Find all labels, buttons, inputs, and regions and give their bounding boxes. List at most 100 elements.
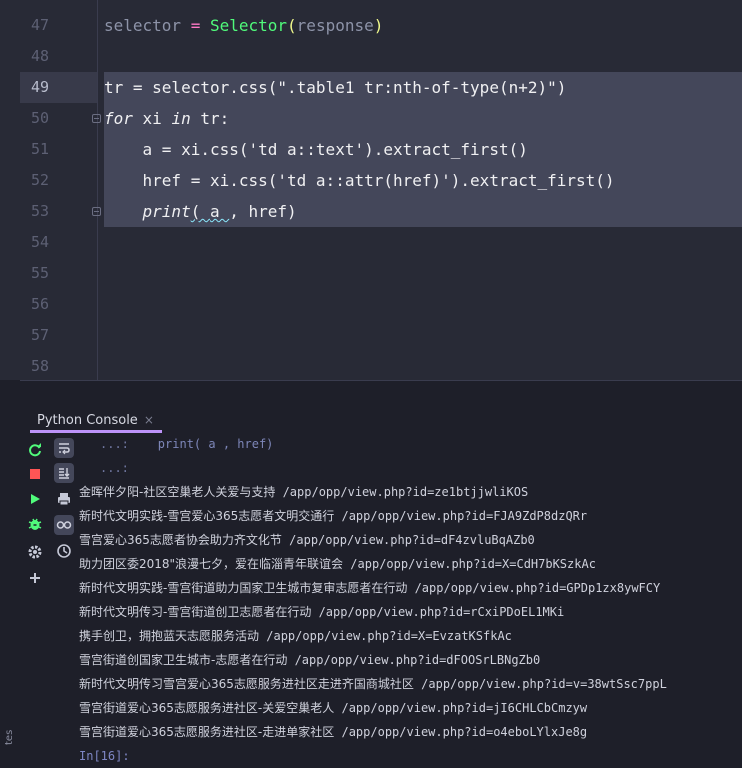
line-number: 52	[30, 171, 50, 189]
console-output-line: 新时代文明实践-雪宫爱心365志愿者文明交通行 /app/opp/view.ph…	[79, 504, 742, 528]
code-token: a	[209, 202, 230, 221]
code-line-50[interactable]: 50 for xi in tr:	[0, 103, 742, 134]
tab-label: Python Console	[37, 413, 138, 428]
code-token: selector	[104, 16, 182, 35]
line-number: 56	[30, 295, 50, 313]
output-url: /app/opp/view.php?id=o4eboLYlxJe8g	[341, 725, 588, 739]
continuation-prompt: ...:	[100, 437, 129, 451]
output-title: 携手创卫，拥抱蓝天志愿服务活动	[79, 629, 260, 643]
code-line-54[interactable]: 54	[0, 227, 742, 258]
print-icon[interactable]	[54, 489, 74, 509]
line-number: 48	[30, 47, 50, 65]
code-token: , href)	[229, 202, 297, 221]
add-console-icon[interactable]	[25, 568, 45, 588]
show-variables-icon[interactable]	[54, 515, 74, 535]
code-editor[interactable]: 47 selector = Selector(response) 48 49 t…	[0, 0, 742, 380]
console-output-line: 金晖伴夕阳-社区空巢老人关爱与支持 /app/opp/view.php?id=z…	[79, 480, 742, 504]
line-number: 47	[30, 16, 50, 34]
output-url: /app/opp/view.php?id=jI6CHLCbCmzyw	[341, 701, 588, 715]
code-line-52[interactable]: 52 href = xi.css('td a::attr(href)').ext…	[0, 165, 742, 196]
line-number: 51	[30, 140, 50, 158]
console-continuation-line: ...:	[79, 456, 742, 480]
code-line-53[interactable]: 53 print( a , href)	[0, 196, 742, 227]
code-token: (	[190, 202, 210, 221]
output-url: /app/opp/view.php?id=X=EvzatKSfkAc	[266, 629, 512, 643]
output-title: 雪宫街道爱心365志愿服务进社区-走进单家社区	[79, 725, 335, 739]
continuation-prompt: ...:	[100, 461, 129, 475]
console-continuation-line: ...: print( a , href)	[79, 432, 742, 456]
line-number: 58	[30, 357, 50, 375]
python-console-panel[interactable]: Python Console × ...: print( a , href) ..…	[0, 381, 742, 765]
output-title: 新时代文明实践-雪宫爱心365志愿者文明交通行	[79, 509, 335, 523]
code-text: tr = selector.css(".table1 tr:nth-of-typ…	[104, 78, 567, 97]
console-output-line: 雪宫街道爱心365志愿服务进社区-关爱空巢老人 /app/opp/view.ph…	[79, 696, 742, 720]
console-output-line: 雪宫街道爱心365志愿服务进社区-走进单家社区 /app/opp/view.ph…	[79, 720, 742, 744]
close-icon[interactable]: ×	[144, 413, 154, 427]
code-line-47[interactable]: 47 selector = Selector(response)	[0, 10, 742, 41]
settings-gear-icon[interactable]	[25, 542, 45, 562]
code-token: tr:	[190, 109, 230, 128]
console-output-line: 雪宫街道创国家卫生城市-志愿者在行动 /app/opp/view.php?id=…	[79, 648, 742, 672]
console-output[interactable]: ...: print( a , href) ...: 金晖伴夕阳-社区空巢老人关…	[79, 432, 742, 768]
code-line-56[interactable]: 56	[0, 289, 742, 320]
line-number: 53	[30, 202, 50, 220]
output-url: /app/opp/view.php?id=rCxiPDoEL1MKi	[318, 605, 565, 619]
console-output-line: 携手创卫，拥抱蓝天志愿服务活动 /app/opp/view.php?id=X=E…	[79, 624, 742, 648]
line-number: 50	[30, 109, 50, 127]
output-url: /app/opp/view.php?id=dFOOSrLBNgZb0	[294, 653, 541, 667]
input-prompt: In[16]:	[79, 749, 130, 763]
code-line-48[interactable]: 48	[0, 41, 742, 72]
output-title: 新时代文明实践-雪宫街道助力国家卫生城市复审志愿者在行动	[79, 581, 408, 595]
console-input-line[interactable]: In[16]:	[79, 744, 742, 768]
code-text: print( a , href)	[104, 196, 297, 227]
tab-python-console[interactable]: Python Console ×	[30, 409, 162, 433]
output-url: /app/opp/view.php?id=FJA9ZdP8dzQRr	[341, 509, 588, 523]
fold-toggle-icon[interactable]	[92, 114, 101, 123]
output-title: 新时代文明传习-雪宫街道创卫志愿者在行动	[79, 605, 312, 619]
keyword-token: in	[171, 109, 191, 128]
side-panel-label[interactable]: tes	[4, 730, 15, 745]
line-number: 55	[30, 264, 50, 282]
code-line-51[interactable]: 51 a = xi.css('td a::text').extract_firs…	[0, 134, 742, 165]
output-title: 雪宫街道爱心365志愿服务进社区-关爱空巢老人	[79, 701, 335, 715]
console-output-line: 雪宫爱心365志愿者协会助力齐文化节 /app/opp/view.php?id=…	[79, 528, 742, 552]
execute-icon[interactable]	[25, 489, 45, 509]
console-output-line: 新时代文明传习雪宫爱心365志愿服务进社区走进齐国商城社区 /app/opp/v…	[79, 672, 742, 696]
history-clock-icon[interactable]	[54, 541, 74, 561]
soft-wrap-icon[interactable]	[54, 438, 74, 458]
output-title: 金晖伴夕阳-社区空巢老人关爱与支持	[79, 485, 276, 499]
console-output-line: 助力团区委2018"浪漫七夕，爱在临淄青年联谊会 /app/opp/view.p…	[79, 552, 742, 576]
code-text: a = xi.css('td a::text').extract_first()	[104, 140, 528, 159]
line-number: 49	[30, 78, 50, 96]
code-token: =	[181, 16, 210, 35]
code-token: (	[287, 16, 297, 35]
output-url: /app/opp/view.php?id=GPDp1zx8ywFCY	[414, 581, 661, 595]
output-url: /app/opp/view.php?id=ze1btjjwliKOS	[282, 485, 529, 499]
rerun-icon[interactable]	[25, 440, 45, 460]
debug-icon[interactable]	[25, 514, 45, 534]
code-line-55[interactable]: 55	[0, 258, 742, 289]
console-tab-bar: Python Console ×	[20, 381, 742, 433]
code-token: Selector	[209, 16, 288, 35]
continuation-code: print( a , href)	[128, 437, 274, 451]
code-token: xi	[132, 109, 172, 128]
code-line-49[interactable]: 49 tr = selector.css(".table1 tr:nth-of-…	[0, 72, 742, 103]
line-number: 57	[30, 326, 50, 344]
console-output-line: 新时代文明实践-雪宫街道助力国家卫生城市复审志愿者在行动 /app/opp/vi…	[79, 576, 742, 600]
code-line-58[interactable]: 58	[0, 351, 742, 380]
console-output-line: 新时代文明传习-雪宫街道创卫志愿者在行动 /app/opp/view.php?i…	[79, 600, 742, 624]
output-title: 雪宫街道创国家卫生城市-志愿者在行动	[79, 653, 288, 667]
line-number: 54	[30, 233, 50, 251]
keyword-token: for	[104, 109, 133, 128]
output-url: /app/opp/view.php?id=v=38wtSsc7ppL	[421, 677, 667, 691]
scroll-to-end-icon[interactable]	[54, 463, 74, 483]
code-token: response	[296, 16, 374, 35]
code-text: href = xi.css('td a::attr(href)').extrac…	[104, 171, 615, 190]
code-line-57[interactable]: 57	[0, 320, 742, 351]
fold-toggle-icon[interactable]	[92, 207, 101, 216]
stop-icon[interactable]	[25, 464, 45, 484]
output-title: 助力团区委2018"浪漫七夕，爱在临淄青年联谊会	[79, 557, 344, 571]
code-token: )	[373, 16, 384, 35]
output-title: 雪宫爱心365志愿者协会助力齐文化节	[79, 533, 282, 547]
